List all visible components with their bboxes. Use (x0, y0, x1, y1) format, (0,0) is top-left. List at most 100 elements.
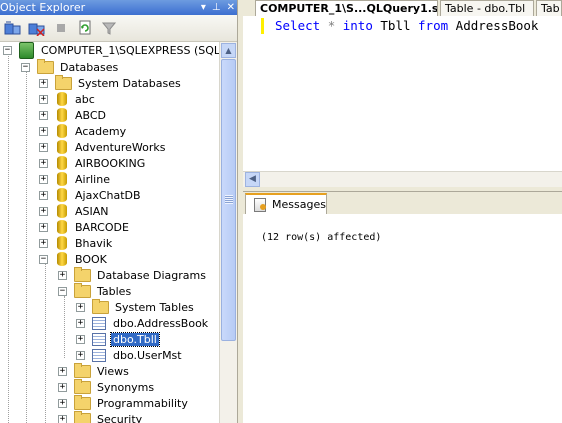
folder-icon (55, 74, 72, 90)
editor-horizontal-scrollbar[interactable]: ◀ (243, 171, 562, 188)
grip-icon (225, 195, 233, 204)
tree-label-selected: dbo.Tbll (110, 331, 160, 347)
tree-node-table-selected[interactable]: + dbo.Tbll (76, 331, 160, 347)
database-icon (57, 108, 67, 122)
table-icon (92, 316, 106, 330)
tree-node-system-tables[interactable]: + System Tables (76, 298, 196, 315)
tree-node-database[interactable]: + Airline (39, 171, 112, 187)
close-icon[interactable]: ✕ (227, 2, 235, 13)
expand-icon[interactable]: + (58, 414, 67, 423)
tree-node-server[interactable]: − COMPUTER_1\SQLEXPRESS (SQL Serv (3, 42, 219, 59)
tree-node-database[interactable]: + abc (39, 91, 97, 107)
tree-label: dbo.UserMst (113, 348, 182, 362)
tree-node-database[interactable]: + BARCODE (39, 219, 131, 235)
tree-label: BARCODE (75, 220, 129, 234)
tree-node-database[interactable]: + ASIAN (39, 203, 111, 219)
tab-messages[interactable]: Messages (245, 193, 327, 214)
folder-icon (74, 362, 91, 378)
tree-node-table[interactable]: + dbo.UserMst (76, 347, 184, 363)
expand-icon[interactable]: + (39, 94, 48, 104)
tree-label: AdventureWorks (75, 140, 166, 154)
stop-icon[interactable] (51, 19, 70, 38)
expand-icon[interactable]: + (76, 318, 85, 328)
sql-code-editor[interactable]: Select * into Tbll from AddressBook (243, 16, 562, 171)
identifier-source: AddressBook (455, 18, 539, 33)
tree-node-programmability[interactable]: + Programmability (58, 394, 190, 411)
tree-label: ABCD (75, 108, 107, 122)
expand-icon[interactable]: + (39, 190, 48, 200)
tree-node-database[interactable]: + ABCD (39, 107, 108, 123)
tree-node-security[interactable]: + Security (58, 410, 144, 423)
disconnect-icon[interactable] (27, 19, 46, 38)
expand-icon[interactable]: + (58, 270, 67, 280)
connect-icon[interactable] (3, 19, 22, 38)
tree-node-database[interactable]: + AdventureWorks (39, 139, 167, 155)
folder-icon (74, 282, 91, 298)
tab-table-dbo-tbl[interactable]: Table - dbo.Tbl (440, 0, 534, 16)
tree-node-system-databases[interactable]: + System Databases (39, 74, 183, 91)
tree-label: Bhavik (75, 236, 113, 250)
tree-label: System Tables (115, 300, 194, 314)
expand-icon[interactable]: + (39, 78, 48, 88)
tree-node-database[interactable]: + AIRBOOKING (39, 155, 147, 171)
dropdown-icon[interactable]: ▾ (201, 2, 206, 13)
tree-label: Views (97, 364, 129, 378)
expand-icon[interactable]: + (76, 350, 85, 360)
document-tabs: COMPUTER_1\S...QLQuery1.sql* Table - dbo… (243, 0, 562, 17)
scroll-left-icon[interactable]: ◀ (245, 172, 260, 187)
keyword-from: from (418, 18, 449, 33)
tree-node-tables[interactable]: − Tables (58, 282, 133, 299)
database-icon (57, 140, 67, 154)
tree-label: Database Diagrams (97, 268, 206, 282)
scrollbar-thumb[interactable] (221, 59, 236, 341)
collapse-icon[interactable]: − (58, 286, 67, 296)
tree-node-database-book[interactable]: − BOOK (39, 251, 109, 267)
collapse-icon[interactable]: − (21, 62, 30, 72)
expand-icon[interactable]: + (39, 126, 48, 136)
expand-icon[interactable]: + (58, 398, 67, 408)
expand-icon[interactable]: + (39, 222, 48, 232)
query-editor-area: COMPUTER_1\S...QLQuery1.sql* Table - dbo… (243, 0, 562, 423)
tree-label: Synonyms (97, 380, 155, 394)
expand-icon[interactable]: + (39, 110, 48, 120)
database-icon (57, 124, 67, 138)
object-explorer-titlebar: Object Explorer ▾ ⊥ ✕ (0, 0, 237, 15)
database-icon (57, 156, 67, 170)
tree-node-database-diagrams[interactable]: + Database Diagrams (58, 266, 208, 283)
tree-node-views[interactable]: + Views (58, 362, 131, 379)
tree-node-database[interactable]: + AjaxChatDB (39, 187, 143, 203)
tab-table-more[interactable]: Tab (536, 0, 562, 16)
filter-icon[interactable] (99, 19, 118, 38)
tree-node-synonyms[interactable]: + Synonyms (58, 378, 156, 395)
tree-node-databases[interactable]: − Databases (21, 58, 120, 75)
expand-icon[interactable]: + (58, 382, 67, 392)
tree-node-database[interactable]: + Academy (39, 123, 128, 139)
expand-icon[interactable]: + (39, 174, 48, 184)
folder-icon (74, 378, 91, 394)
tree-label: Airline (75, 172, 110, 186)
expand-icon[interactable]: + (39, 238, 48, 248)
tree-vertical-scrollbar[interactable]: ▲ (219, 42, 237, 423)
tree-node-database[interactable]: + Bhavik (39, 235, 114, 251)
tree-node-table[interactable]: + dbo.AddressBook (76, 315, 210, 331)
tree-label: AIRBOOKING (75, 156, 146, 170)
tab-query1[interactable]: COMPUTER_1\S...QLQuery1.sql* (255, 0, 438, 17)
database-icon (57, 220, 67, 234)
code-line: Select * into Tbll from AddressBook (275, 18, 538, 34)
tree-label: System Databases (78, 76, 181, 90)
modified-line-marker (261, 18, 264, 34)
expand-icon[interactable]: + (76, 302, 85, 312)
table-icon (92, 332, 106, 346)
server-icon (19, 42, 34, 59)
pin-icon[interactable]: ⊥ (212, 2, 221, 13)
expand-icon[interactable]: + (39, 206, 48, 216)
expand-icon[interactable]: + (58, 366, 67, 376)
tree-label: Programmability (97, 396, 188, 410)
collapse-icon[interactable]: − (3, 45, 12, 55)
expand-icon[interactable]: + (76, 334, 85, 344)
collapse-icon[interactable]: − (39, 254, 48, 264)
expand-icon[interactable]: + (39, 158, 48, 168)
scroll-up-icon[interactable]: ▲ (221, 43, 236, 58)
refresh-icon[interactable] (75, 19, 94, 38)
expand-icon[interactable]: + (39, 142, 48, 152)
